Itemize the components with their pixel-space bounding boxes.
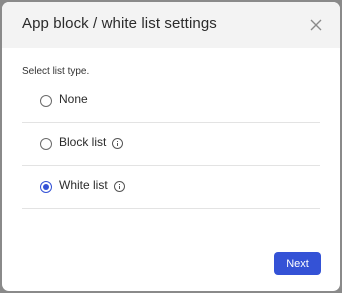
dialog-title: App block / white list settings [22,15,217,32]
radio-block-list[interactable] [40,138,52,150]
option-block-list[interactable]: Block list [22,122,320,166]
list-type-prompt: Select list type. [22,66,90,77]
info-icon[interactable] [112,138,123,149]
radio-none[interactable] [40,95,52,107]
option-white-list[interactable]: White list [22,165,320,209]
radio-white-list[interactable] [40,181,52,193]
close-icon[interactable] [308,17,324,33]
option-none[interactable]: None [22,79,320,123]
next-button[interactable]: Next [274,252,321,275]
option-white-list-label: White list [59,178,108,192]
dialog-header: App block / white list settings [2,2,340,48]
info-icon[interactable] [114,181,125,192]
app-block-settings-dialog: App block / white list settings Select l… [2,2,340,291]
option-none-label: None [59,92,88,106]
option-block-list-label: Block list [59,135,107,149]
